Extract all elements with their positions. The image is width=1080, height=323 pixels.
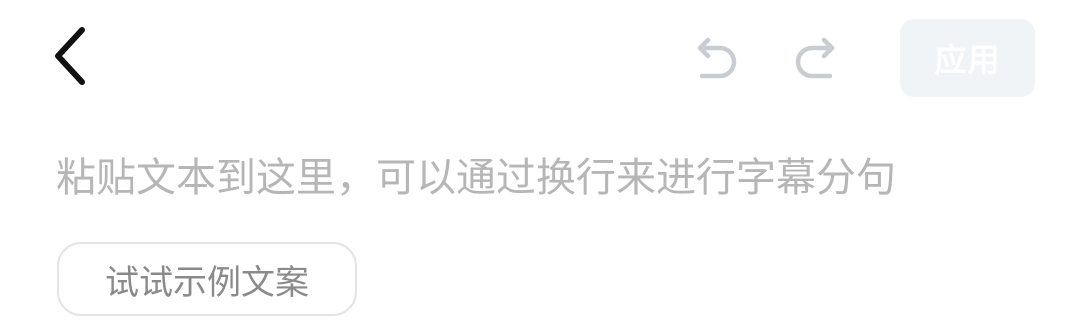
undo-icon	[697, 37, 737, 79]
undo-button[interactable]	[688, 30, 744, 86]
redo-button[interactable]	[788, 30, 844, 86]
back-button[interactable]	[40, 20, 100, 92]
subtitle-text-input-placeholder[interactable]: 粘贴文本到这里，可以通过换行来进行字幕分句	[56, 148, 1036, 208]
chevron-left-icon	[55, 27, 85, 85]
try-sample-text-button[interactable]: 试试示例文案	[57, 242, 357, 316]
top-toolbar: 应用	[0, 0, 1080, 120]
redo-icon	[795, 37, 835, 79]
apply-button[interactable]: 应用	[900, 19, 1035, 97]
